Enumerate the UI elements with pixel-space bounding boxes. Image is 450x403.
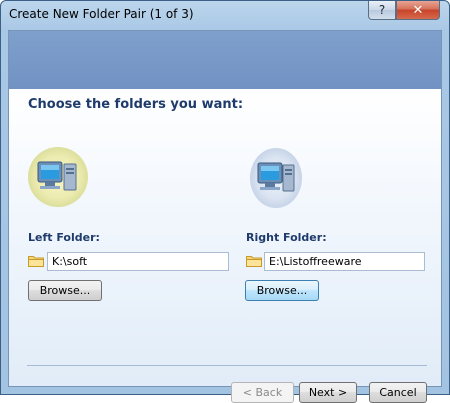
right-computer-icon	[250, 148, 302, 208]
left-folder-label: Left Folder:	[28, 231, 100, 244]
dialog-window: Create New Folder Pair (1 of 3) ? ✕ Choo…	[0, 0, 450, 403]
next-button[interactable]: Next >	[299, 382, 357, 403]
window-title: Create New Folder Pair (1 of 3)	[9, 7, 194, 21]
footer-separator	[27, 365, 427, 366]
close-icon: ✕	[412, 2, 424, 18]
left-computer-icon	[28, 147, 88, 207]
page-heading: Choose the folders you want:	[28, 97, 244, 112]
left-folder-input[interactable]	[47, 252, 229, 271]
right-folder-input[interactable]	[264, 252, 425, 271]
help-button[interactable]: ?	[368, 1, 396, 20]
title-bar[interactable]: Create New Folder Pair (1 of 3) ? ✕	[1, 1, 449, 29]
left-browse-button[interactable]: Browse...	[28, 280, 102, 301]
close-button[interactable]: ✕	[396, 1, 440, 20]
dialog-client-area: Choose the folders you want: Left Folder…	[8, 30, 442, 403]
cancel-button[interactable]: Cancel	[369, 382, 427, 403]
wizard-content: Choose the folders you want: Left Folder…	[9, 89, 441, 403]
help-icon: ?	[378, 3, 386, 17]
back-button[interactable]: < Back	[231, 382, 294, 403]
left-folder-icon	[28, 256, 44, 267]
right-folder-label: Right Folder:	[246, 231, 327, 244]
right-folder-icon	[246, 256, 262, 267]
right-browse-button[interactable]: Browse...	[245, 280, 319, 301]
header-banner	[9, 31, 441, 89]
